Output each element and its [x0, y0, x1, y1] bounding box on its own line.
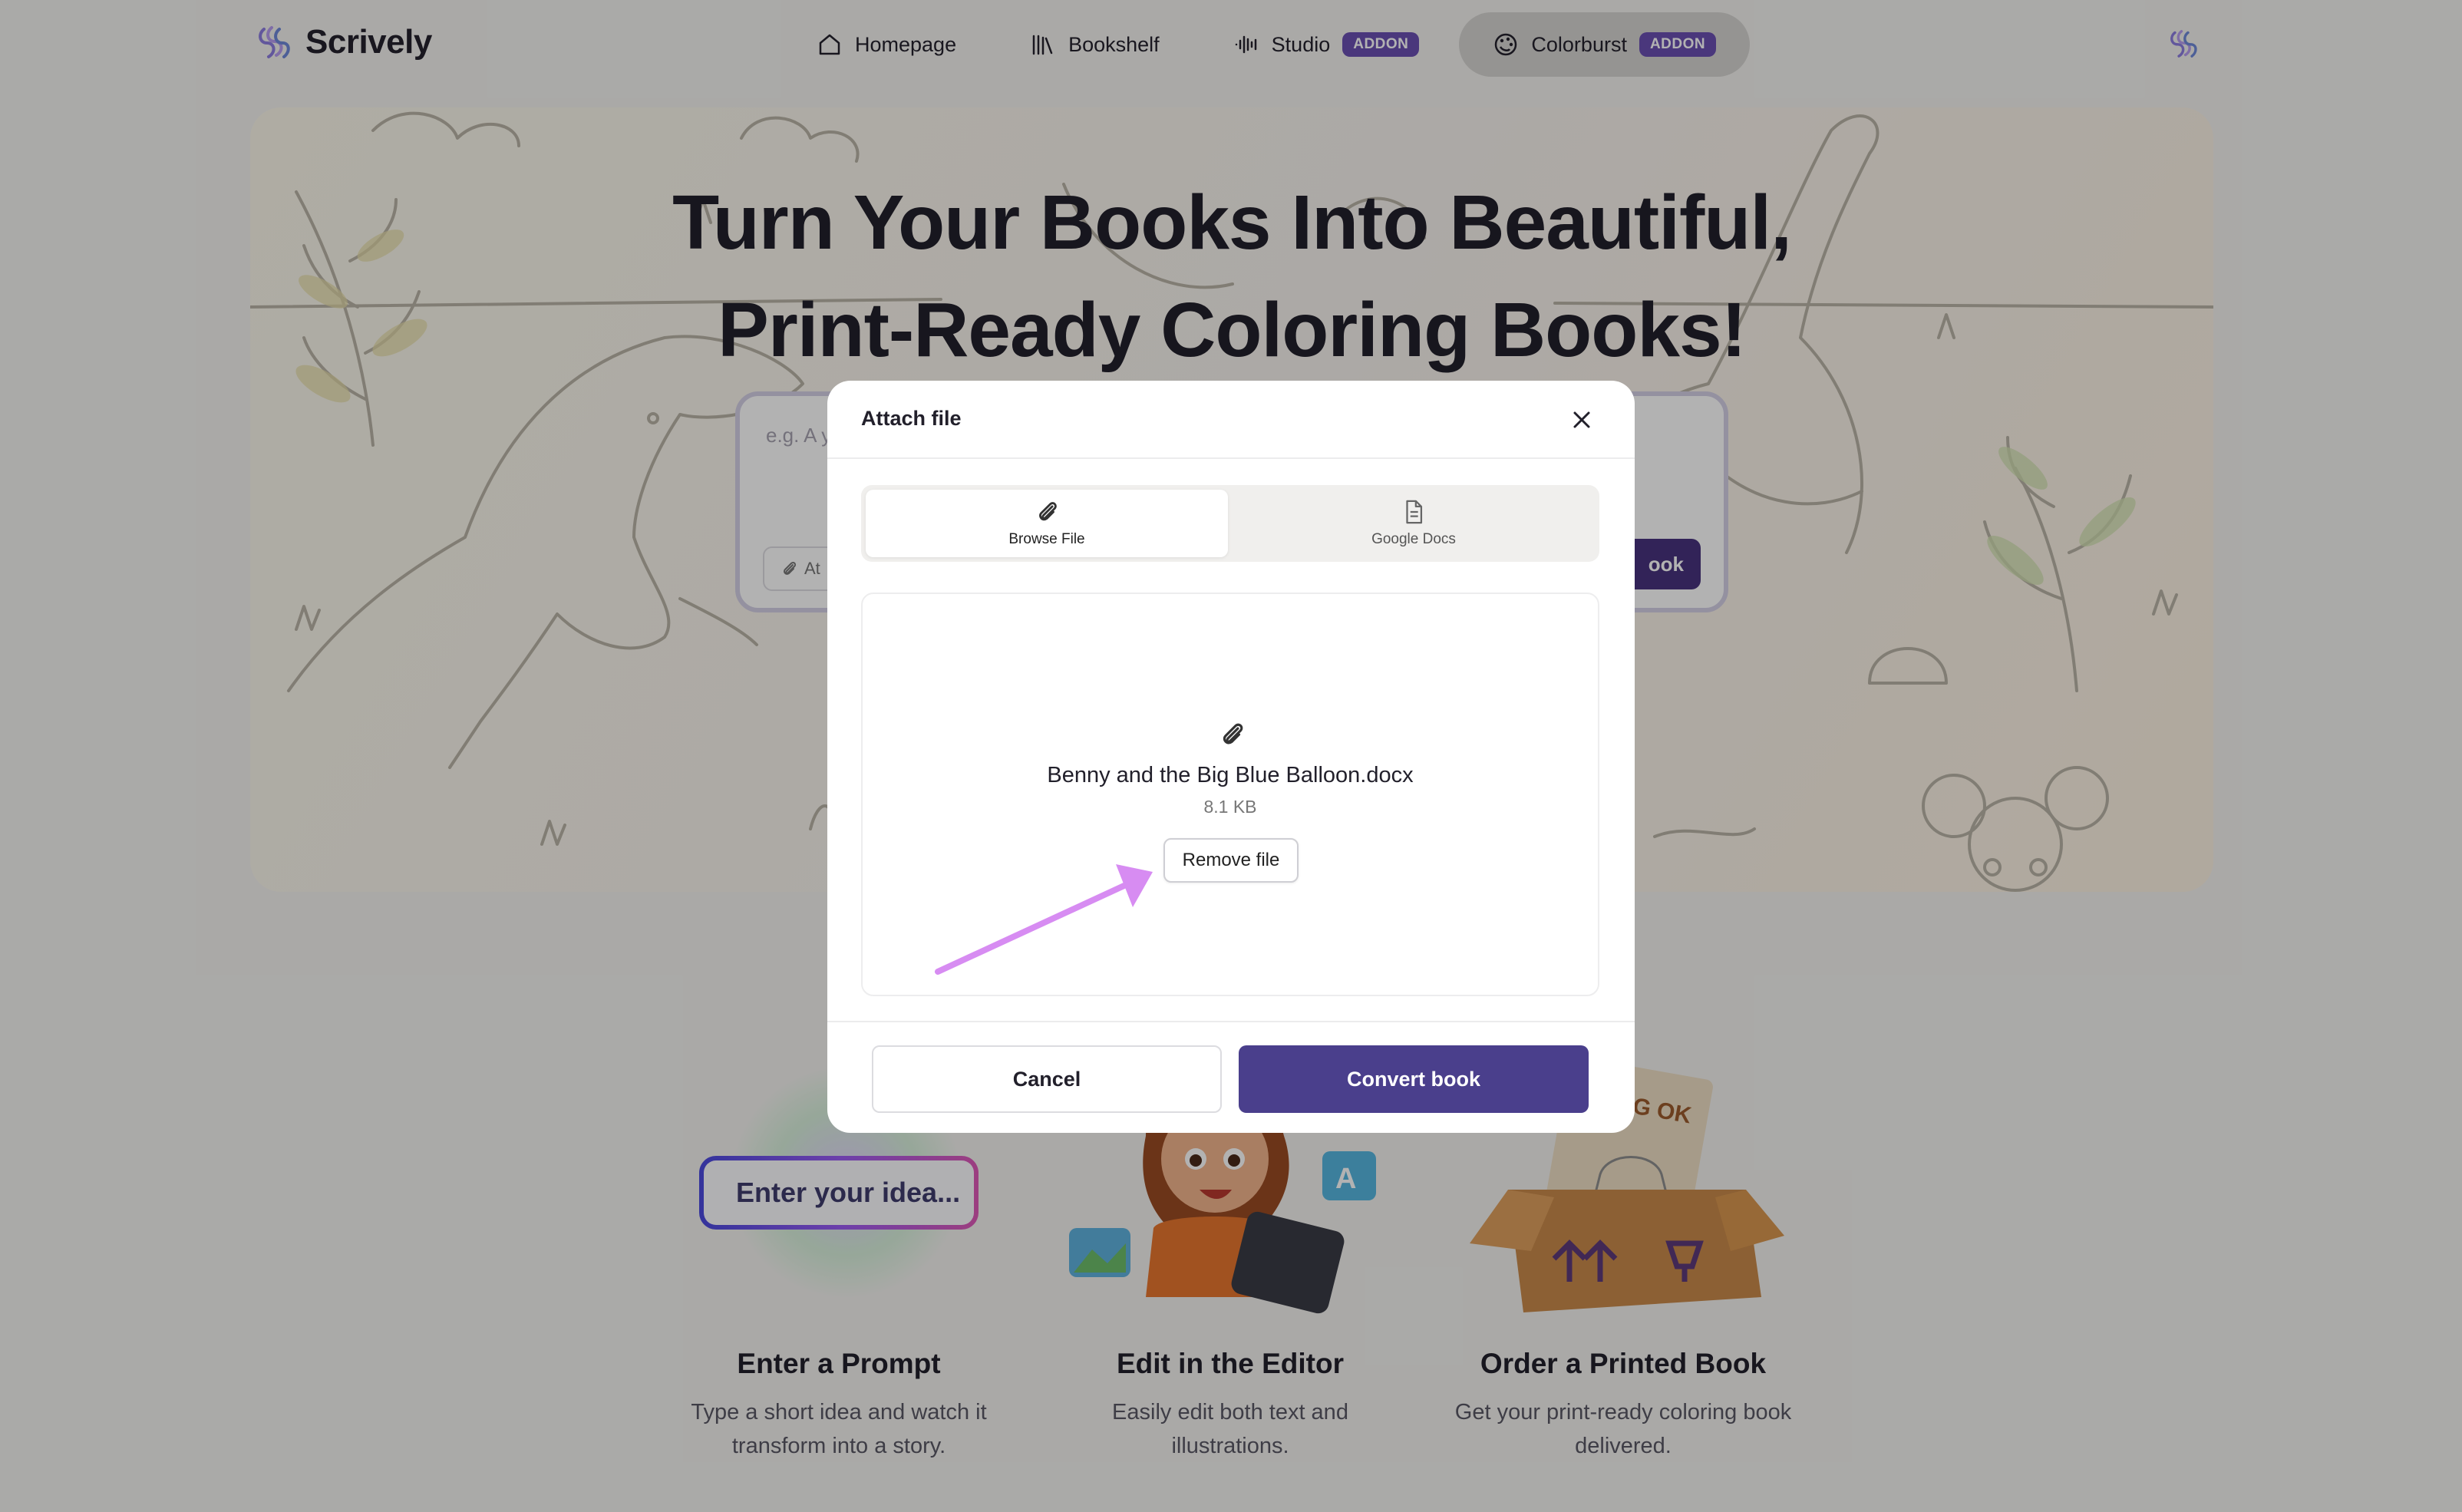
dialog-header: Attach file — [827, 381, 1635, 459]
tab-label: Browse File — [1008, 531, 1085, 547]
file-name: Benny and the Big Blue Balloon.docx — [1047, 763, 1414, 787]
close-icon[interactable] — [1570, 408, 1593, 431]
file-size: 8.1 KB — [1203, 797, 1257, 817]
remove-file-button[interactable]: Remove file — [1163, 838, 1299, 883]
dialog-title: Attach file — [861, 407, 962, 430]
annotation-arrow — [935, 864, 1153, 975]
cancel-button[interactable]: Cancel — [872, 1045, 1222, 1113]
paperclip-icon — [1223, 723, 1243, 744]
tab-label: Google Docs — [1371, 531, 1456, 547]
attach-file-dialog: Attach file Browse File Google Docs Benn… — [827, 381, 1635, 1133]
paperclip-icon — [1039, 502, 1057, 521]
dialog-footer: Cancel Convert book — [827, 1021, 1635, 1133]
tab-google-docs[interactable]: Google Docs — [1233, 490, 1595, 557]
file-dropzone[interactable]: Benny and the Big Blue Balloon.docx 8.1 … — [861, 593, 1599, 996]
tab-browse-file[interactable]: Browse File — [866, 490, 1228, 557]
convert-book-button[interactable]: Convert book — [1239, 1045, 1589, 1113]
document-icon — [1406, 500, 1423, 524]
source-tabs: Browse File Google Docs — [861, 485, 1599, 562]
